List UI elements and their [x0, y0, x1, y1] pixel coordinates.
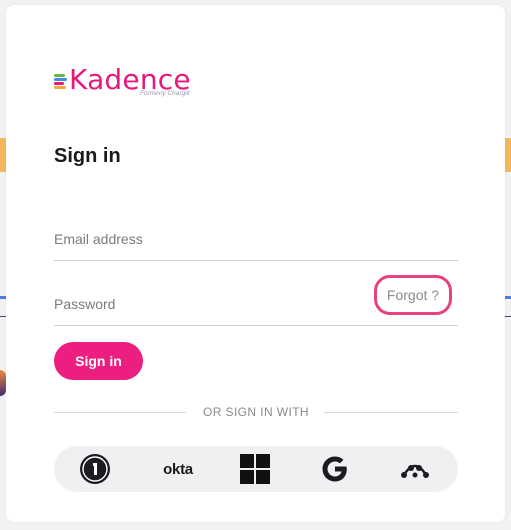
- password-field[interactable]: [54, 291, 354, 317]
- forgot-password-link[interactable]: Forgot ?: [374, 275, 452, 315]
- sso-other-button[interactable]: [398, 454, 432, 484]
- sso-microsoft-button[interactable]: [238, 454, 272, 484]
- sign-in-card: Kadence Formerly Chargill Sign in Forgot…: [6, 5, 505, 522]
- sso-1password-button[interactable]: [78, 454, 112, 484]
- onepassword-icon: [80, 454, 110, 484]
- sso-provider-bar: okta: [54, 446, 458, 492]
- email-field[interactable]: [54, 226, 354, 252]
- email-field-wrapper: [54, 216, 458, 261]
- logo-bars-icon: [54, 74, 68, 90]
- microsoft-icon: [240, 454, 270, 484]
- sso-google-button[interactable]: [318, 454, 352, 484]
- sso-divider: OR SIGN IN WITH: [54, 405, 458, 419]
- page-title: Sign in: [54, 145, 121, 167]
- google-icon: [322, 456, 347, 482]
- sign-in-button[interactable]: Sign in: [54, 342, 143, 380]
- okta-icon: okta: [163, 460, 193, 478]
- logo-tagline: Formerly Chargill: [140, 90, 190, 97]
- divider-line: [324, 412, 458, 413]
- sso-okta-button[interactable]: okta: [156, 454, 200, 484]
- password-field-wrapper: Forgot ?: [54, 275, 458, 326]
- kadence-logo: Kadence Formerly Chargill: [54, 63, 214, 105]
- network-icon: [401, 464, 429, 478]
